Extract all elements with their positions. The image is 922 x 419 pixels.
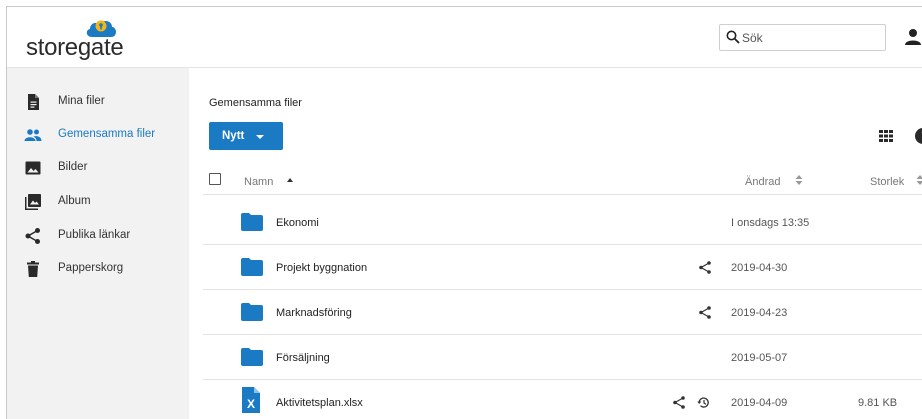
file-name[interactable]: Projekt byggnation xyxy=(276,262,367,274)
table-row[interactable]: Försäljning 2019-05-07 xyxy=(203,335,922,380)
sidebar-item-mina-filer[interactable]: Mina filer xyxy=(7,87,189,115)
file-name[interactable]: Försäljning xyxy=(276,352,330,364)
sidebar-item-label: Album xyxy=(58,195,91,207)
share-icon[interactable] xyxy=(699,261,711,274)
modified-date: 2019-04-23 xyxy=(731,307,788,319)
modified-date: 2019-04-30 xyxy=(731,262,788,274)
sort-icon[interactable] xyxy=(916,175,922,185)
column-size[interactable]: Storlek xyxy=(870,176,904,188)
modified-date: I onsdags 13:35 xyxy=(731,217,810,229)
sort-ascending-icon[interactable] xyxy=(287,178,293,182)
folder-icon xyxy=(241,258,263,276)
trash-icon xyxy=(27,261,39,277)
sidebar-item-label: Gemensamma filer xyxy=(58,128,156,140)
brand-name: storegate xyxy=(26,34,124,61)
sidebar-item-label: Bilder xyxy=(58,161,88,173)
people-icon xyxy=(24,129,42,141)
folder-icon xyxy=(241,348,263,366)
sidebar-item-papperskorg[interactable]: Papperskorg xyxy=(7,254,189,282)
folder-icon xyxy=(241,213,263,231)
search-icon xyxy=(726,30,740,44)
main-content: Gemensamma filer Nytt Namn Ändrad Storle… xyxy=(189,68,922,419)
share-icon[interactable] xyxy=(673,396,685,409)
svg-text:X: X xyxy=(247,397,255,411)
file-size: 9.81 KB xyxy=(858,397,898,409)
sidebar: Mina filer Gemensamma filer Bilder Album… xyxy=(7,68,189,419)
history-icon[interactable] xyxy=(697,396,710,409)
breadcrumb: Gemensamma filer xyxy=(209,97,302,109)
search-input[interactable] xyxy=(742,28,882,47)
album-icon xyxy=(25,194,41,210)
file-icon xyxy=(28,94,39,110)
table-row[interactable]: X Aktivitetsplan.xlsx 2019-04-09 9.81 KB xyxy=(203,380,922,419)
info-icon[interactable] xyxy=(915,128,922,144)
user-icon[interactable] xyxy=(904,28,922,46)
sidebar-item-label: Papperskorg xyxy=(58,262,124,274)
grid-view-icon[interactable] xyxy=(879,130,893,142)
table-row[interactable]: Ekonomi I onsdags 13:35 xyxy=(203,200,922,245)
select-all-checkbox[interactable] xyxy=(209,173,221,185)
column-modified[interactable]: Ändrad xyxy=(745,176,780,188)
sidebar-item-album[interactable]: Album xyxy=(7,187,189,215)
file-name[interactable]: Aktivitetsplan.xlsx xyxy=(276,397,363,409)
share-icon[interactable] xyxy=(699,306,711,319)
app-window: storegate Mina filer xyxy=(6,6,922,419)
search-box[interactable] xyxy=(719,24,886,51)
sidebar-item-publika-lankar[interactable]: Publika länkar xyxy=(7,221,189,249)
sort-icon[interactable] xyxy=(795,175,803,185)
folder-icon xyxy=(241,303,263,321)
top-header: storegate xyxy=(7,7,922,68)
sidebar-item-gemensamma-filer[interactable]: Gemensamma filer xyxy=(7,120,189,148)
column-name[interactable]: Namn xyxy=(244,176,273,188)
excel-file-icon: X xyxy=(242,387,260,413)
storegate-logo[interactable]: storegate xyxy=(26,17,146,63)
file-name[interactable]: Marknadsföring xyxy=(276,307,352,319)
chevron-down-icon xyxy=(256,135,264,139)
table-row[interactable]: Projekt byggnation 2019-04-30 xyxy=(203,245,922,290)
new-button[interactable]: Nytt xyxy=(209,122,283,150)
sidebar-item-label: Publika länkar xyxy=(58,229,131,241)
file-name[interactable]: Ekonomi xyxy=(276,217,319,229)
table-header: Namn Ändrad Storlek xyxy=(203,165,922,195)
table-row[interactable]: Marknadsföring 2019-04-23 xyxy=(203,290,922,335)
sidebar-item-bilder[interactable]: Bilder xyxy=(7,153,189,181)
modified-date: 2019-05-07 xyxy=(731,352,788,364)
image-icon xyxy=(25,161,41,175)
new-button-label: Nytt xyxy=(222,130,245,142)
share-icon xyxy=(25,228,40,244)
modified-date: 2019-04-09 xyxy=(731,397,788,409)
sidebar-item-label: Mina filer xyxy=(58,95,105,107)
